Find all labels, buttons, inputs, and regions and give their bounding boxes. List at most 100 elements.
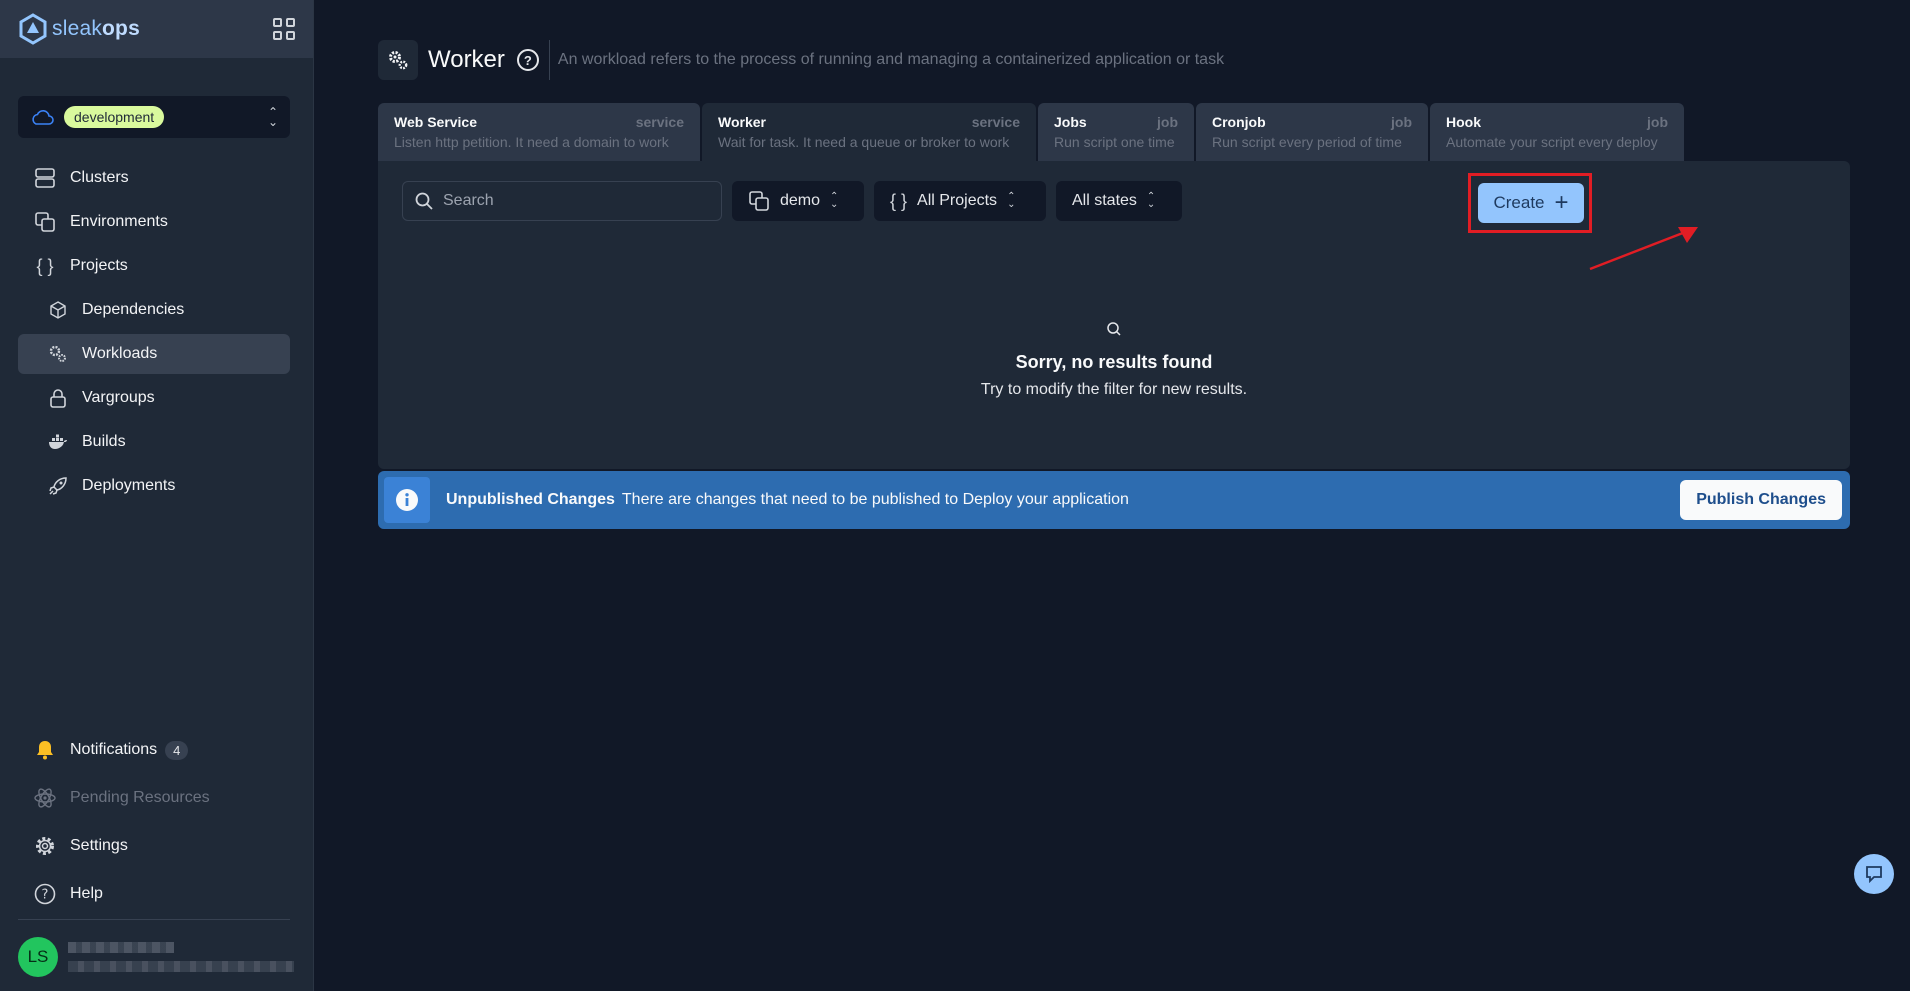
svg-text:?: ? <box>42 888 49 903</box>
info-icon <box>384 477 430 523</box>
environment-filter-value: demo <box>780 192 821 209</box>
chevron-updown-icon: ⌃ ⌄ <box>830 191 839 210</box>
sidebar-item-environments[interactable]: Environments <box>18 202 290 242</box>
sidebar-item-label: Vargroups <box>82 389 155 406</box>
workload-type-tabs: Web Service service Listen http petition.… <box>378 103 1684 161</box>
gear-icon <box>34 835 56 857</box>
tab-hook[interactable]: Hook job Automate your script every deplo… <box>1430 103 1684 161</box>
gears-icon <box>378 40 418 80</box>
sidebar-item-label: Environments <box>70 213 168 230</box>
main-nav: Clusters Environments { } Projects Depen… <box>18 158 290 510</box>
sidebar-item-label: Dependencies <box>82 301 185 318</box>
environment-selector[interactable]: development ⌃ ⌄ <box>18 96 290 138</box>
user-profile[interactable]: LS <box>18 937 294 977</box>
tab-cronjob[interactable]: Cronjob job Run script every period of ti… <box>1196 103 1428 161</box>
project-filter-value: All Projects <box>917 192 998 209</box>
environment-filter[interactable]: demo ⌃ ⌄ <box>732 181 864 221</box>
sidebar-divider <box>18 919 290 920</box>
logo[interactable]: sleakops <box>18 13 140 45</box>
banner-title: Unpublished Changes <box>446 491 615 508</box>
braces-icon: { } <box>36 255 54 276</box>
sidebar-item-label: Deployments <box>82 477 176 494</box>
empty-state-subtitle: Try to modify the filter for new results… <box>980 381 1248 398</box>
chevron-updown-icon: ⌃ ⌄ <box>1007 191 1016 210</box>
sidebar-item-label: Settings <box>70 837 128 854</box>
sidebar-item-vargroups[interactable]: Vargroups <box>18 378 290 418</box>
tab-description: Listen http petition. It need a domain t… <box>394 134 669 150</box>
bottom-nav: Notifications 4 Pending Resources Settin… <box>18 728 290 920</box>
sidebar: sleakops development ⌃ ⌄ Clusters Environ… <box>0 0 314 991</box>
project-filter[interactable]: { } All Projects ⌃ ⌄ <box>874 181 1046 221</box>
tab-web-service[interactable]: Web Service service Listen http petition.… <box>378 103 700 161</box>
empty-state: Sorry, no results found Try to modify th… <box>378 321 1850 399</box>
logo-text: sleakops <box>52 17 140 40</box>
tab-name: Cronjob <box>1212 114 1266 130</box>
redacted-user-info <box>68 942 294 972</box>
sidebar-item-label: Workloads <box>82 345 158 362</box>
tab-worker[interactable]: Worker service Wait for task. It need a q… <box>702 103 1036 161</box>
tab-kind: job <box>1157 114 1178 130</box>
sleakops-logo-icon <box>19 13 47 45</box>
sidebar-item-label: Projects <box>70 257 128 274</box>
chevron-updown-icon: ⌃ ⌄ <box>267 105 278 129</box>
help-circle-icon[interactable]: ? <box>516 49 539 71</box>
logo-bar: sleakops <box>0 0 313 58</box>
sidebar-item-help[interactable]: ? Help <box>18 872 290 916</box>
sidebar-item-workloads[interactable]: Workloads <box>18 334 290 374</box>
create-button[interactable]: Create + <box>1478 183 1584 223</box>
publish-changes-button[interactable]: Publish Changes <box>1680 480 1842 520</box>
avatar: LS <box>18 937 58 977</box>
cloud-icon <box>32 110 54 125</box>
sidebar-item-projects[interactable]: { } Projects <box>18 246 290 286</box>
bell-icon <box>34 739 56 761</box>
sidebar-item-dependencies[interactable]: Dependencies <box>18 290 290 330</box>
chevron-updown-icon: ⌃ ⌄ <box>1146 191 1156 210</box>
environment-badge: development <box>64 106 165 128</box>
tab-kind: service <box>971 114 1020 130</box>
sidebar-item-label: Clusters <box>70 169 129 186</box>
filter-toolbar: demo ⌃⌄ { } All Projects ⌃⌄ All states ⌃… <box>402 181 1182 221</box>
copy-icon <box>749 191 769 211</box>
create-button-label: Create <box>1493 193 1545 212</box>
tab-jobs[interactable]: Jobs job Run script one time <box>1038 103 1194 161</box>
sidebar-item-notifications[interactable]: Notifications 4 <box>18 728 290 772</box>
tab-name: Hook <box>1446 114 1481 130</box>
sidebar-item-label: Pending Resources <box>70 789 210 806</box>
apps-grid-icon[interactable] <box>273 18 295 40</box>
atom-icon <box>34 787 56 809</box>
gears-icon <box>48 343 68 365</box>
annotation-arrow-icon <box>1589 227 1698 271</box>
workloads-panel: demo ⌃⌄ { } All Projects ⌃⌄ All states ⌃… <box>378 161 1850 469</box>
empty-state-title: Sorry, no results found <box>1015 352 1213 372</box>
chat-support-button[interactable] <box>1854 854 1894 894</box>
tab-name: Web Service <box>394 114 478 130</box>
sidebar-item-settings[interactable]: Settings <box>18 824 290 868</box>
state-filter[interactable]: All states ⌃ ⌄ <box>1056 181 1182 221</box>
chat-icon <box>1866 866 1882 883</box>
tab-name: Worker <box>718 114 766 130</box>
sidebar-item-label: Help <box>70 885 103 902</box>
tab-kind: job <box>1647 114 1668 130</box>
sidebar-item-clusters[interactable]: Clusters <box>18 158 290 198</box>
sidebar-item-deployments[interactable]: Deployments <box>18 466 290 506</box>
lock-icon <box>48 387 68 409</box>
header-separator <box>548 40 550 80</box>
copy-icon <box>34 211 56 233</box>
cube-icon <box>48 299 68 321</box>
braces-icon: { } <box>890 190 908 211</box>
page-title: Worker <box>428 46 505 73</box>
sidebar-item-pending-resources[interactable]: Pending Resources <box>18 776 290 820</box>
tab-description: Run script every period of time <box>1212 134 1402 150</box>
tab-kind: job <box>1391 114 1412 130</box>
state-filter-value: All states <box>1072 192 1137 209</box>
search-input[interactable] <box>443 192 703 210</box>
notification-count-badge: 4 <box>165 740 189 760</box>
rocket-icon <box>48 475 68 497</box>
search-box[interactable] <box>402 181 722 221</box>
sidebar-item-builds[interactable]: Builds <box>18 422 290 462</box>
tab-description: Automate your script every deploy <box>1446 134 1658 150</box>
sidebar-item-label: Notifications <box>70 741 158 758</box>
plus-icon: + <box>1554 189 1569 216</box>
page-header: Worker ? An workload refers to the proce… <box>378 40 1224 80</box>
tab-kind: service <box>635 114 684 130</box>
